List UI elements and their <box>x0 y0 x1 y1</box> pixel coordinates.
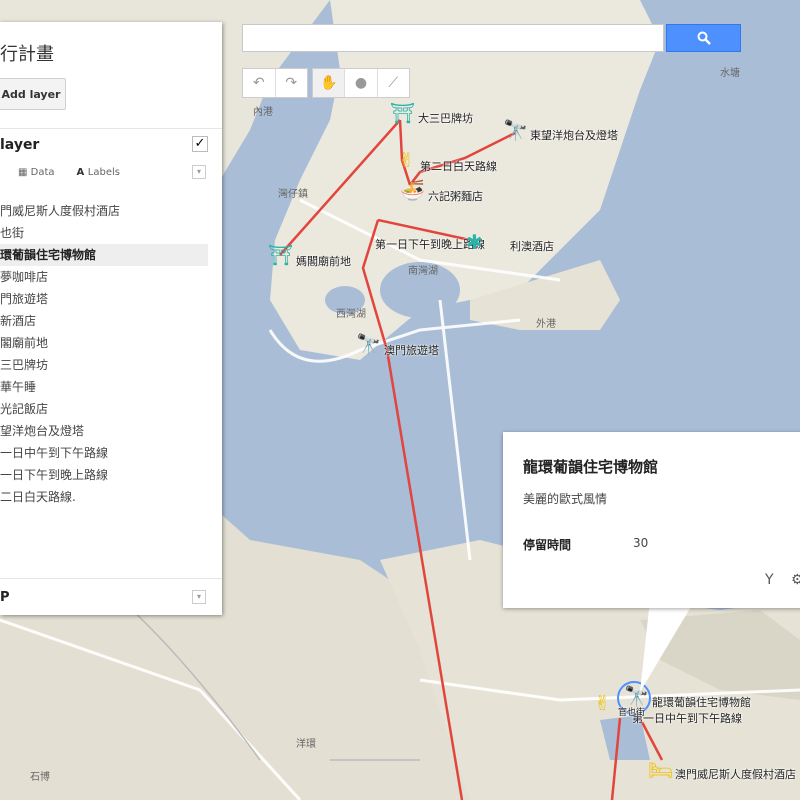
divider <box>0 128 222 129</box>
gear-icon[interactable]: ⚙ <box>791 572 800 588</box>
layer-options-dropdown[interactable]: ▾ <box>192 165 206 179</box>
history-toolbar: ↶ ↷ <box>242 68 308 98</box>
marker-label: 媽閣廟前地 <box>296 255 351 268</box>
place-label: 西灣湖 <box>336 309 366 320</box>
place-label: 外港 <box>536 319 556 330</box>
marker-label: 利澳酒店 <box>510 240 554 253</box>
search-button[interactable] <box>666 24 741 52</box>
marker-label: 東望洋炮台及燈塔 <box>530 129 618 142</box>
map-title[interactable]: 行計畫 <box>0 40 54 66</box>
temple-marker-icon[interactable]: ⛩ <box>390 103 415 123</box>
marker-label: 大三巴牌坊 <box>418 112 473 125</box>
binoculars-marker-icon[interactable]: 🔭 <box>356 334 381 354</box>
draw-line-icon[interactable]: ⟋ <box>378 69 409 97</box>
marker-label: 澳門旅遊塔 <box>384 344 439 357</box>
feature-list: 門威尼斯人度假村酒店 也街 環葡韻住宅博物館 夢咖啡店 門旅遊塔 新酒店 閣廟前地 三巴牌坊華… <box>0 200 208 508</box>
add-marker-icon[interactable]: ● <box>345 69 378 97</box>
add-layer-button[interactable]: Add layer <box>0 78 66 110</box>
binoculars-marker-icon[interactable]: 🔭 <box>503 120 528 140</box>
place-label: 內港 <box>253 107 273 118</box>
feature-list-item[interactable]: 門威尼斯人度假村酒店 <box>0 200 208 222</box>
layer-visibility-checkbox[interactable]: ✓ <box>192 136 208 152</box>
marker-label: 第二日白天路線 <box>420 160 497 173</box>
divider <box>0 578 222 579</box>
data-label: Data <box>30 167 55 178</box>
style-icon[interactable]: Y <box>765 572 774 588</box>
marker-label: 澳門威尼斯人度假村酒店 <box>675 768 796 781</box>
marker-label: 六記粥麵店 <box>428 190 483 203</box>
bed-marker-icon[interactable]: 🛏 <box>648 760 673 780</box>
labels-icon: A <box>76 167 88 178</box>
base-map-layer[interactable]: P <box>0 590 10 605</box>
marker-label: 龍環葡韻住宅博物館 <box>652 696 751 709</box>
feature-list-item[interactable]: 三巴牌坊 <box>0 354 208 376</box>
temple-marker-icon[interactable]: ⛩ <box>268 245 293 265</box>
base-map-dropdown[interactable]: ▾ <box>192 590 206 604</box>
popup-field-value: 30 <box>633 536 649 550</box>
route-label: 第一日中午到下午路線 <box>632 712 742 725</box>
place-label: 水塘 <box>720 68 740 79</box>
noodle-marker-icon[interactable]: 🍜 <box>400 180 425 200</box>
feature-list-item[interactable]: 夢咖啡店 <box>0 266 208 288</box>
feature-list-item[interactable]: 一日下午到晚上路線 <box>0 464 208 486</box>
feature-list-item[interactable]: 閣廟前地 <box>0 332 208 354</box>
pan-hand-icon[interactable]: ✋ <box>313 69 346 97</box>
layers-panel: 行計畫 Add layer layer ✓ ▦ Data A Labels ▾ … <box>0 22 222 615</box>
search-icon <box>697 31 711 45</box>
feature-list-item[interactable]: 一日中午到下午路線 <box>0 442 208 464</box>
data-table-button[interactable]: ▦ Data <box>18 167 55 178</box>
feature-list-item[interactable]: 光記飯店 <box>0 398 208 420</box>
popup-title: 龍環葡韻住宅博物館 <box>523 458 659 476</box>
labels-label: Labels <box>87 167 120 178</box>
layer-name[interactable]: layer <box>0 137 39 153</box>
feature-list-item[interactable]: 門旅遊塔 <box>0 288 208 310</box>
draw-toolbar: ✋ ● ⟋ <box>312 68 410 98</box>
feature-list-item[interactable]: 新酒店 <box>0 310 208 332</box>
place-label: 石博 <box>30 772 50 783</box>
popup-description: 美麗的歐式風情 <box>523 492 608 506</box>
grid-icon: ▦ <box>18 167 31 178</box>
hotel-marker-icon[interactable]: ✱ <box>466 232 483 252</box>
popup-tail <box>640 600 695 692</box>
search-input[interactable] <box>242 24 664 52</box>
feature-list-item[interactable]: 望洋炮台及燈塔 <box>0 420 208 442</box>
feature-list-item[interactable]: 環葡韻住宅博物館 <box>0 244 208 266</box>
labels-button[interactable]: A Labels <box>77 167 120 178</box>
redo-button[interactable]: ↷ <box>276 69 308 97</box>
place-label: 南灣湖 <box>408 266 438 277</box>
hand-marker-icon[interactable]: ✌ <box>398 150 415 170</box>
place-label: 灣仔鎮 <box>278 189 308 200</box>
place-label: 洋環 <box>296 739 316 750</box>
feature-list-item[interactable]: 也街 <box>0 222 208 244</box>
feature-list-item[interactable]: 華午睡 <box>0 376 208 398</box>
info-popup: 龍環葡韻住宅博物館 美麗的歐式風情 停留時間 30 Y ⚙ <box>503 432 800 608</box>
feature-list-item[interactable]: 二日白天路線. <box>0 486 208 508</box>
popup-field-name: 停留時間 <box>523 538 572 552</box>
hand-marker-icon[interactable]: ✌ <box>594 693 611 713</box>
undo-button[interactable]: ↶ <box>243 69 276 97</box>
marker-label: 官也街 <box>618 708 646 718</box>
